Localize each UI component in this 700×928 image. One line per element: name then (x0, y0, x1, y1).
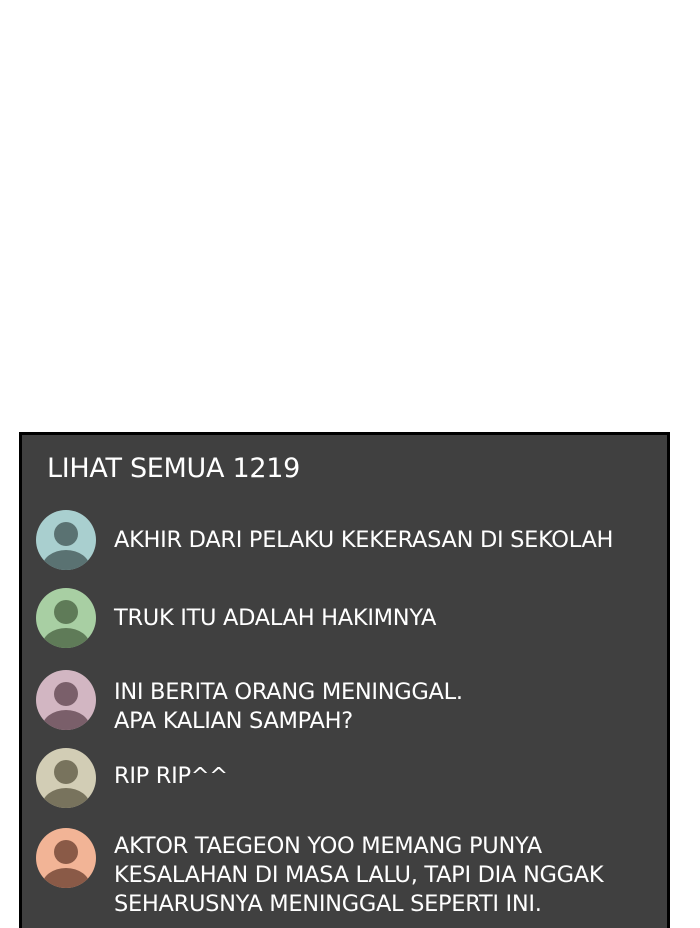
comment-line: SEHARUSNYA MENINGGAL SEPERTI INI. (114, 891, 542, 917)
comment-line: APA KALIAN SAMPAH? (114, 708, 353, 734)
comments-panel: LIHAT SEMUA 1219 AKHIR DARI PELAKU KEKER… (19, 432, 670, 928)
comment-text: TRUK ITU ADALAH HAKIMNYA (114, 604, 436, 633)
comment-line: INI BERITA ORANG MENINGGAL. (114, 679, 463, 705)
comment-text: RIP RIP^^ (114, 762, 228, 791)
comment-line: AKHIR DARI PELAKU KEKERASAN DI SEKOLAH (114, 527, 614, 553)
comment-text: AKHIR DARI PELAKU KEKERASAN DI SEKOLAH (114, 526, 613, 555)
comment-text: AKTOR TAEGEON YOO MEMANG PUNYA KESALAHAN… (114, 832, 604, 919)
user-avatar-icon (36, 670, 96, 730)
user-avatar-icon (36, 748, 96, 808)
comment-line: RIP RIP^^ (114, 763, 228, 789)
comment-text: INI BERITA ORANG MENINGGAL. APA KALIAN S… (114, 678, 463, 736)
user-avatar-icon (36, 828, 96, 888)
user-avatar-icon (36, 510, 96, 570)
comment-line: TRUK ITU ADALAH HAKIMNYA (114, 605, 437, 631)
comment-line: KESALAHAN DI MASA LALU, TAPI DIA NGGAK (114, 862, 604, 888)
user-avatar-icon (36, 588, 96, 648)
comment-line: AKTOR TAEGEON YOO MEMANG PUNYA (114, 833, 542, 859)
view-all-comments-link[interactable]: LIHAT SEMUA 1219 (47, 453, 300, 484)
